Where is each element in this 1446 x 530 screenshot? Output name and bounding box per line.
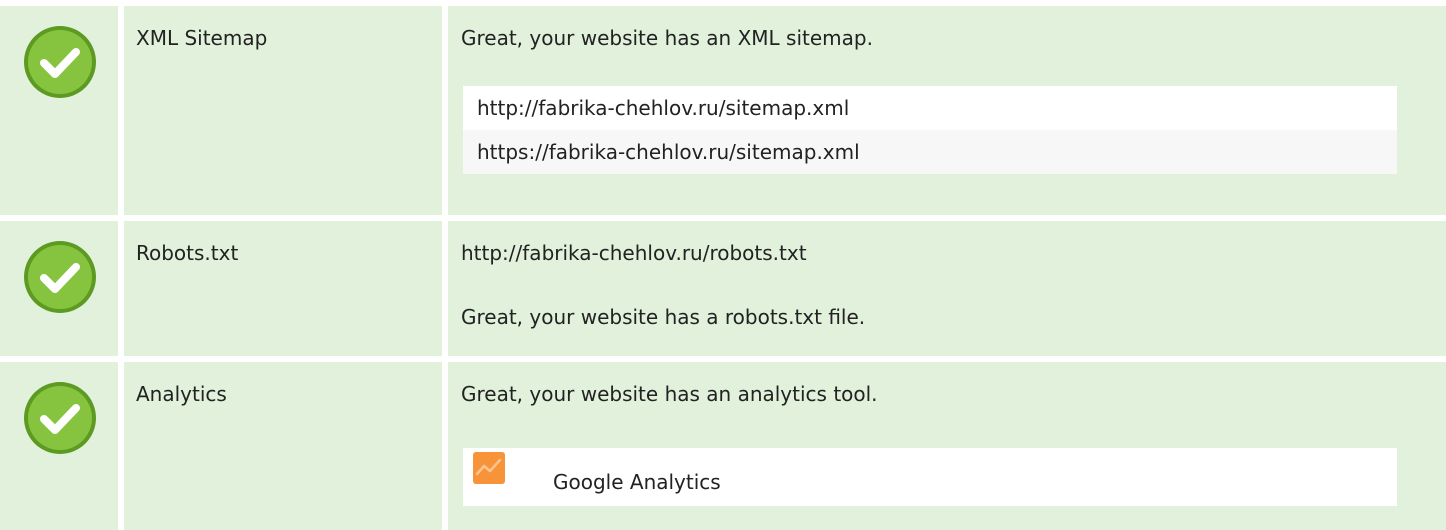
row-label: XML Sitemap	[124, 6, 442, 215]
analytics-message: Great, your website has an analytics too…	[461, 382, 878, 406]
check-circle-icon	[24, 241, 96, 313]
robots-message: Great, your website has a robots.txt fil…	[461, 305, 866, 329]
result-row-robots-txt: Robots.txt http://fabrika-chehlov.ru/rob…	[0, 221, 1446, 356]
status-cell	[0, 221, 118, 356]
analytics-tool-name: Google Analytics	[553, 470, 721, 494]
sitemap-list: http://fabrika-chehlov.ru/sitemap.xml ht…	[463, 86, 1397, 174]
status-cell	[0, 362, 118, 530]
status-cell	[0, 6, 118, 215]
robots-url[interactable]: http://fabrika-chehlov.ru/robots.txt	[461, 241, 807, 265]
sitemap-url[interactable]: https://fabrika-chehlov.ru/sitemap.xml	[463, 130, 1397, 174]
sitemap-url[interactable]: http://fabrika-chehlov.ru/sitemap.xml	[463, 86, 1397, 130]
sitemap-message: Great, your website has an XML sitemap.	[461, 26, 873, 50]
analytics-tool-item: Google Analytics	[463, 448, 1397, 506]
google-analytics-icon	[473, 452, 505, 484]
row-content: Great, your website has an analytics too…	[448, 362, 1446, 530]
row-content: Great, your website has an XML sitemap. …	[448, 6, 1446, 215]
result-row-xml-sitemap: XML Sitemap Great, your website has an X…	[0, 6, 1446, 215]
seo-results-table: XML Sitemap Great, your website has an X…	[0, 0, 1446, 530]
row-label: Robots.txt	[124, 221, 442, 356]
row-content: http://fabrika-chehlov.ru/robots.txt Gre…	[448, 221, 1446, 356]
check-circle-icon	[24, 382, 96, 454]
row-label: Analytics	[124, 362, 442, 530]
check-circle-icon	[24, 26, 96, 98]
result-row-analytics: Analytics Great, your website has an ana…	[0, 362, 1446, 530]
